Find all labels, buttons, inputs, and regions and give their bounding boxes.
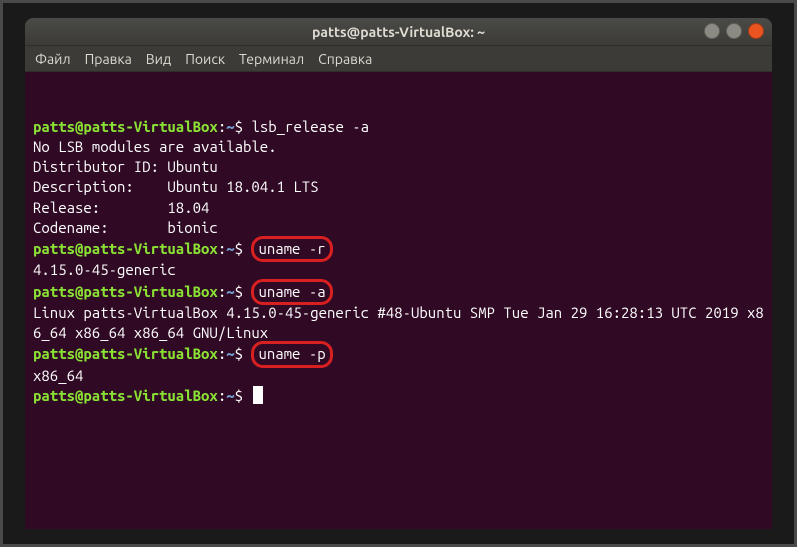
command-text: uname -p [251, 341, 332, 367]
output-text: Codename: bionic [33, 219, 218, 236]
prompt-dollar: $ [235, 283, 252, 300]
prompt-dollar: $ [235, 118, 252, 135]
terminal-line: Distributor ID: Ubuntu [33, 157, 764, 177]
terminal-line: Linux patts-VirtualBox 4.15.0-45-generic… [33, 303, 764, 344]
maximize-button[interactable] [726, 23, 742, 39]
output-text: x86_64 [33, 367, 83, 384]
terminal-line: patts@patts-VirtualBox:~$ uname -a [33, 281, 764, 303]
terminal-line: Codename: bionic [33, 218, 764, 238]
menu-terminal[interactable]: Терминал [239, 51, 304, 67]
prompt-user-host: patts@patts-VirtualBox [33, 118, 218, 135]
minimize-button[interactable] [704, 23, 720, 39]
terminal-line: Release: 18.04 [33, 198, 764, 218]
menubar: Файл Правка Вид Поиск Терминал Справка [25, 46, 772, 72]
menu-edit[interactable]: Правка [85, 51, 132, 67]
window-controls [704, 23, 764, 39]
terminal-line: patts@patts-VirtualBox:~$ uname -r [33, 238, 764, 260]
cursor [253, 386, 263, 404]
prompt-dollar: $ [235, 240, 252, 257]
prompt-user-host: patts@patts-VirtualBox [33, 283, 218, 300]
prompt-separator: : [218, 118, 226, 135]
command-text: uname -a [251, 279, 332, 305]
prompt-path: ~ [226, 387, 234, 404]
prompt-separator: : [218, 387, 226, 404]
prompt-user-host: patts@patts-VirtualBox [33, 387, 218, 404]
terminal-line: Description: Ubuntu 18.04.1 LTS [33, 177, 764, 197]
prompt-dollar: $ [235, 345, 252, 362]
command-text: uname -r [251, 236, 332, 262]
prompt-user-host: patts@patts-VirtualBox [33, 345, 218, 362]
prompt-separator: : [218, 283, 226, 300]
output-text: No LSB modules are available. [33, 138, 277, 155]
menu-search[interactable]: Поиск [185, 51, 225, 67]
command-text: lsb_release -a [251, 118, 369, 135]
prompt-path: ~ [226, 283, 234, 300]
menu-file[interactable]: Файл [35, 51, 71, 67]
output-text: 4.15.0-45-generic [33, 261, 176, 278]
terminal-body[interactable]: patts@patts-VirtualBox:~$ lsb_release -a… [25, 72, 772, 529]
close-button[interactable] [748, 23, 764, 39]
output-text: Release: 18.04 [33, 199, 209, 216]
prompt-user-host: patts@patts-VirtualBox [33, 240, 218, 257]
terminal-line: No LSB modules are available. [33, 137, 764, 157]
titlebar[interactable]: patts@patts-VirtualBox: ~ [25, 18, 772, 46]
prompt-separator: : [218, 240, 226, 257]
terminal-line: patts@patts-VirtualBox:~$ [33, 386, 764, 406]
window-title: patts@patts-VirtualBox: ~ [312, 24, 485, 40]
prompt-path: ~ [226, 345, 234, 362]
screenshot-frame: patts@patts-VirtualBox: ~ Файл Правка Ви… [0, 0, 797, 547]
prompt-dollar: $ [235, 387, 252, 404]
terminal-line: x86_64 [33, 366, 764, 386]
prompt-path: ~ [226, 240, 234, 257]
terminal-window: patts@patts-VirtualBox: ~ Файл Правка Ви… [25, 18, 772, 529]
output-text: Distributor ID: Ubuntu [33, 158, 218, 175]
terminal-line: patts@patts-VirtualBox:~$ uname -p [33, 343, 764, 365]
output-text: Description: Ubuntu 18.04.1 LTS [33, 178, 319, 195]
terminal-line: 4.15.0-45-generic [33, 260, 764, 280]
prompt-separator: : [218, 345, 226, 362]
terminal-line: patts@patts-VirtualBox:~$ lsb_release -a [33, 117, 764, 137]
prompt-path: ~ [226, 118, 234, 135]
menu-view[interactable]: Вид [146, 51, 171, 67]
output-text: Linux patts-VirtualBox 4.15.0-45-generic… [33, 304, 764, 341]
menu-help[interactable]: Справка [318, 51, 372, 67]
